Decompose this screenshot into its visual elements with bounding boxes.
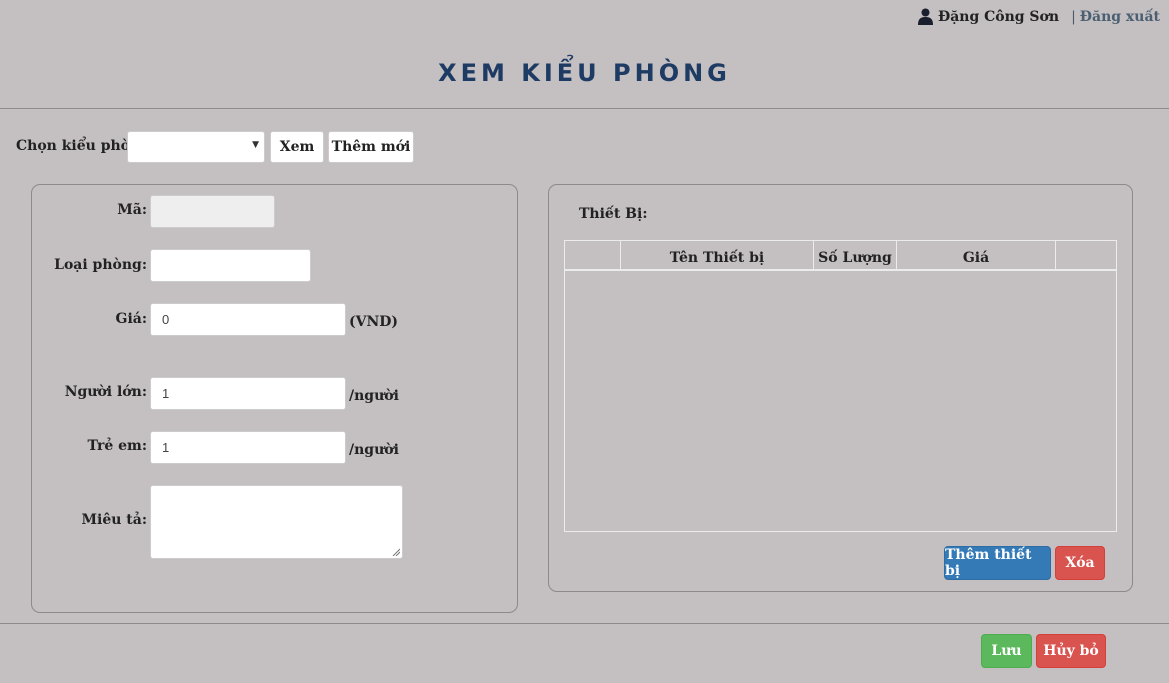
delete-equipment-button[interactable]: Xóa: [1055, 546, 1105, 580]
children-input[interactable]: 1: [150, 431, 346, 464]
room-type-input[interactable]: [150, 249, 311, 282]
price-label: Giá:: [115, 311, 147, 327]
children-unit: /người: [349, 442, 399, 458]
column-header-actions: [1056, 241, 1116, 270]
user-bar: Đặng Công Sơn | Đăng xuất: [917, 8, 1160, 25]
column-header-name[interactable]: Tên Thiết bị: [621, 241, 814, 270]
add-equipment-button[interactable]: Thêm thiết bị: [944, 546, 1051, 580]
price-input[interactable]: 0: [150, 303, 346, 336]
view-button[interactable]: Xem: [270, 131, 324, 163]
children-label: Trẻ em:: [87, 438, 147, 454]
adults-unit: /người: [349, 388, 399, 404]
equipment-table: Tên Thiết bị Số Lượng Giá: [564, 240, 1117, 532]
column-header-quantity[interactable]: Số Lượng: [814, 241, 897, 270]
resize-grip-icon[interactable]: [392, 548, 400, 556]
code-label: Mã:: [117, 202, 147, 218]
code-input: [150, 195, 275, 228]
header-divider: [0, 108, 1169, 109]
equipment-title: Thiết Bị:: [579, 206, 648, 222]
room-type-label: Loại phòng:: [54, 257, 147, 273]
add-new-button[interactable]: Thêm mới: [328, 131, 414, 163]
room-type-select[interactable]: ▼: [127, 131, 265, 163]
adults-input[interactable]: 1: [150, 377, 346, 410]
logout-link[interactable]: Đăng xuất: [1080, 9, 1160, 25]
footer-divider: [0, 623, 1169, 624]
column-header-select: [565, 241, 621, 270]
column-header-price[interactable]: Giá: [897, 241, 1056, 270]
separator: |: [1071, 8, 1076, 25]
price-unit: (VND): [349, 314, 399, 330]
cancel-button[interactable]: Hủy bỏ: [1036, 634, 1106, 668]
user-name: Đặng Công Sơn: [937, 8, 1060, 25]
page-title: XEM KIỂU PHÒNG: [438, 59, 731, 87]
table-header-divider: [565, 269, 1116, 271]
description-label: Miêu tả:: [81, 512, 147, 528]
caret-down-icon: ▼: [252, 140, 259, 150]
description-textarea[interactable]: [150, 485, 403, 559]
save-button[interactable]: Lưu: [981, 634, 1032, 668]
adults-label: Người lớn:: [64, 384, 147, 400]
user-icon: [917, 8, 933, 25]
